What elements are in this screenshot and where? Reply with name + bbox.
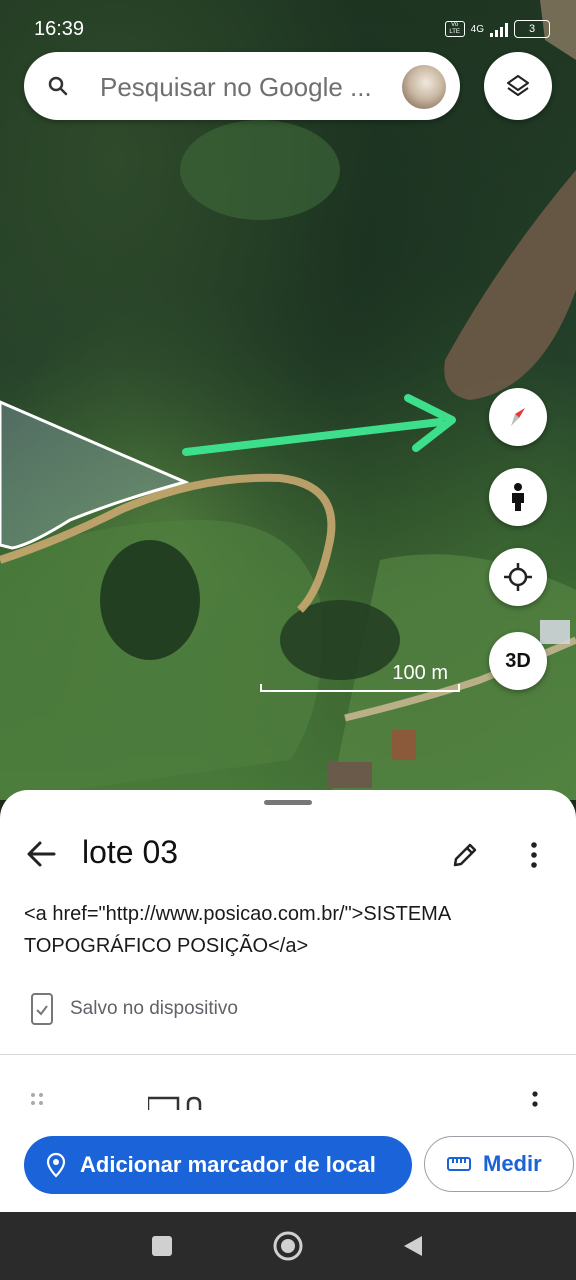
signal-icon [490,21,508,37]
search-icon [48,76,68,96]
compass-button[interactable] [489,388,547,446]
place-description: <a href="http://www.posicao.com.br/">SIS… [24,903,451,957]
my-location-icon [504,563,532,591]
search-bar[interactable]: Pesquisar no Google ... [24,52,460,120]
ruler-icon [447,1157,471,1171]
more-vert-icon[interactable] [530,1090,540,1110]
street-view-button[interactable] [489,468,547,526]
scale-label: 100 m [392,662,448,684]
bottom-actions: Adicionar marcador de local Medir [0,1116,576,1212]
avatar[interactable] [402,65,446,109]
divider [0,1054,576,1055]
device-icon [31,993,53,1025]
saved-status: Salvo no dispositivo [70,998,238,1019]
drag-dots-icon[interactable] [30,1092,46,1108]
compass-icon [511,408,525,426]
measure-label: Medir [483,1151,542,1176]
place-title: lote 03 [82,834,179,870]
system-navbar [0,1212,576,1280]
scale-line [260,684,460,692]
list-item[interactable] [0,1086,576,1110]
status-time: 16:39 [34,18,85,40]
add-marker-label: Adicionar marcador de local [80,1152,376,1177]
measure-button[interactable]: Medir [424,1136,574,1192]
recents-icon[interactable] [150,1234,174,1258]
volte-icon: Vo LTE [444,21,465,37]
scale-bar: 100 m [260,662,460,692]
place-pin-icon [46,1152,66,1178]
my-location-button[interactable] [489,548,547,606]
more-vert-icon[interactable] [528,840,540,870]
layers-button[interactable] [484,52,552,120]
network-label: 4G [470,23,484,35]
home-icon[interactable] [272,1230,304,1262]
drag-handle[interactable] [264,800,312,805]
status-bar: 16:39 Vo LTE 4G 3 [0,0,576,58]
pegman-icon [512,483,524,511]
folder-icon [148,1096,202,1110]
layers-icon [507,75,529,96]
back-nav-icon[interactable] [402,1234,424,1258]
status-icons: Vo LTE 4G 3 [444,20,550,38]
battery-icon: 3 [514,20,550,38]
3d-button[interactable]: 3D [489,632,547,690]
3d-label: 3D [505,649,531,672]
edit-pencil-icon[interactable] [450,840,480,870]
add-marker-button[interactable]: Adicionar marcador de local [24,1136,412,1194]
back-arrow-icon[interactable] [26,838,58,870]
search-input[interactable]: Pesquisar no Google ... [100,72,372,103]
